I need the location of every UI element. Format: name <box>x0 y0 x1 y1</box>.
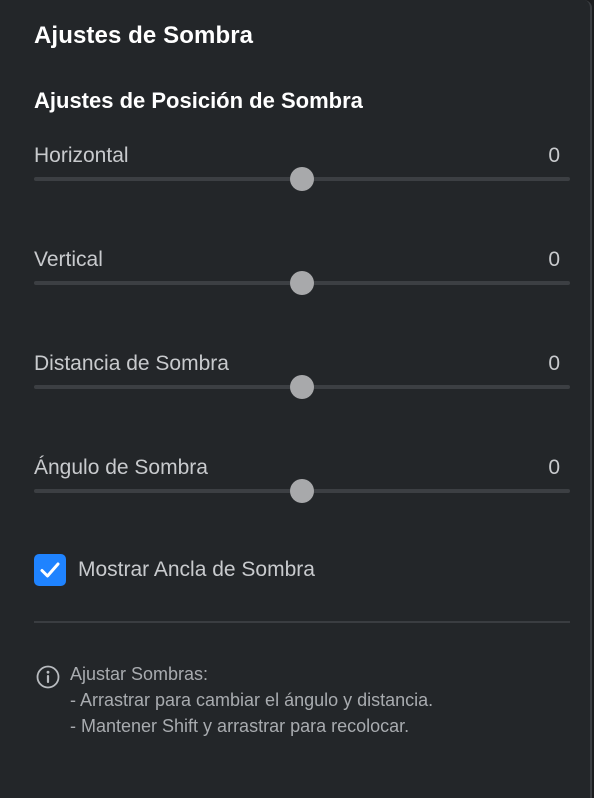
panel-title: Ajustes de Sombra <box>34 22 254 49</box>
show-anchor-checkbox[interactable] <box>34 554 66 586</box>
distance-label: Distancia de Sombra <box>34 352 229 375</box>
vertical-slider-thumb[interactable] <box>290 271 314 295</box>
distance-slider-row: Distancia de Sombra 0 <box>34 352 570 422</box>
show-anchor-label: Mostrar Ancla de Sombra <box>78 558 315 581</box>
vertical-value: 0 <box>548 248 560 271</box>
horizontal-slider-thumb[interactable] <box>290 167 314 191</box>
horizontal-label: Horizontal <box>34 144 129 167</box>
horizontal-value: 0 <box>548 144 560 167</box>
vertical-slider-row: Vertical 0 <box>34 248 570 318</box>
info-heading: Ajustar Sombras: <box>70 664 209 684</box>
angle-label: Ángulo de Sombra <box>34 456 208 479</box>
horizontal-slider-row: Horizontal 0 <box>34 144 570 214</box>
distance-value: 0 <box>548 352 560 375</box>
vertical-label: Vertical <box>34 248 103 271</box>
show-anchor-option[interactable]: Mostrar Ancla de Sombra <box>34 554 315 586</box>
checkmark-icon <box>40 562 60 578</box>
info-line-shift: - Mantener Shift y arrastrar para recolo… <box>70 716 410 736</box>
angle-slider-row: Ángulo de Sombra 0 <box>34 456 570 526</box>
angle-value: 0 <box>548 456 560 479</box>
angle-slider-thumb[interactable] <box>290 479 314 503</box>
divider <box>34 621 570 623</box>
info-icon <box>36 665 60 689</box>
info-line-drag: - Arrastrar para cambiar el ángulo y dis… <box>70 690 434 710</box>
distance-slider-thumb[interactable] <box>290 375 314 399</box>
section-title: Ajustes de Posición de Sombra <box>34 88 363 113</box>
shadow-settings-panel: Ajustes de Sombra Ajustes de Posición de… <box>0 0 592 798</box>
